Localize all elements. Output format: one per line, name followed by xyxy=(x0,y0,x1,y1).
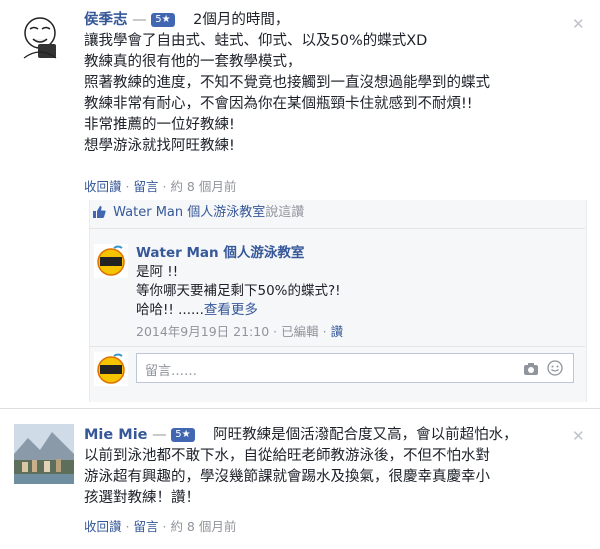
page-avatar[interactable] xyxy=(94,244,128,278)
comment-line: 讓我學會了自由式、蛙式、仰式、以及50%的蝶式XD xyxy=(84,33,428,49)
meta-separator: · xyxy=(162,179,167,194)
comment-input-placeholder: 留言…… xyxy=(145,364,198,379)
avatar[interactable] xyxy=(14,424,74,484)
meta-separator: · xyxy=(162,519,167,534)
rating-badge: 5★ xyxy=(171,428,195,442)
unlike-link[interactable]: 收回讚 xyxy=(84,179,122,194)
comment-line: 教練真的很有他的一套教學模式， xyxy=(84,54,302,70)
comment-line: Mie Mie — 5★ 阿旺教練是個活潑配合度又高，會以前超怕水， xyxy=(84,425,584,446)
see-more-link[interactable]: 查看更多 xyxy=(204,302,258,318)
unlike-link[interactable]: 收回讚 xyxy=(84,519,122,534)
author-dash: — xyxy=(132,12,147,28)
close-icon[interactable]: ✕ xyxy=(572,429,585,444)
smiley-icon[interactable] xyxy=(547,360,563,380)
comment-body: Mie Mie — 5★ 阿旺教練是個活潑配合度又高，會以前超怕水， 以前到泳池… xyxy=(84,425,584,509)
comment-meta: 收回讚 · 留言 · 約 8 個月前 xyxy=(84,516,236,535)
comment-meta: 收回讚 · 留言 · 約 8 個月前 xyxy=(84,176,236,195)
avatar[interactable] xyxy=(14,12,66,64)
author-dash: — xyxy=(152,427,167,443)
reply-line: 等你哪天要補足剩下50%的蝶式?! xyxy=(136,283,341,299)
meta-separator: · xyxy=(273,324,278,339)
comment-line: 2個月的時間， xyxy=(193,12,290,28)
comment-line: 照著教練的進度，不知不覺竟也接觸到一直沒想過能學到的蝶式 xyxy=(84,75,490,91)
reply-line: 哈哈!! ......查看更多 xyxy=(136,301,576,320)
reply-divider xyxy=(89,228,585,229)
reply-link[interactable]: 留言 xyxy=(133,179,158,194)
reply-body: Water Man 個人游泳教室 是阿 !! 等你哪天要補足剩下50%的蝶式?!… xyxy=(136,244,576,341)
comment-line: 非常推薦的一位好教練! xyxy=(84,117,235,133)
composer-divider xyxy=(89,346,585,347)
timestamp[interactable]: 約 8 個月前 xyxy=(170,519,236,534)
reply-line: 是阿 !! xyxy=(136,264,179,280)
comment-line: 教練非常有耐心，不會因為你在某個瓶頸卡住就感到不耐煩!! xyxy=(84,96,473,112)
author-name[interactable]: Mie Mie xyxy=(84,427,148,443)
reply-meta: 2014年9月19日 21:10 · 已編輯 · 讚 xyxy=(136,322,576,341)
comment-line: 侯季志 — 5★ 2個月的時間， xyxy=(84,10,584,31)
comment-line: 阿旺教練是個活潑配合度又高，會以前超怕水， xyxy=(213,427,518,443)
like-summary: Water Man 個人游泳教室說這讚 xyxy=(92,204,304,225)
comment-line: 以前到泳池都不敢下水，自從給旺老師教游泳後，不但不怕水對 xyxy=(84,448,490,464)
comment-separator xyxy=(0,408,600,409)
comment: 侯季志 — 5★ 2個月的時間， 讓我學會了自由式、蛙式、仰式、以及50%的蝶式… xyxy=(0,0,600,410)
rating-badge: 5★ xyxy=(151,13,175,27)
edited-label[interactable]: 已編輯 xyxy=(281,324,319,339)
comment-line: 想學游泳就找阿旺教練! xyxy=(84,138,235,154)
comment-input[interactable]: 留言…… xyxy=(136,353,574,383)
meta-separator: · xyxy=(125,519,130,534)
timestamp[interactable]: 約 8 個月前 xyxy=(170,179,236,194)
close-icon[interactable]: ✕ xyxy=(572,17,585,32)
reply-like-link[interactable]: 讚 xyxy=(331,324,344,339)
comment-body: 侯季志 — 5★ 2個月的時間， 讓我學會了自由式、蛙式、仰式、以及50%的蝶式… xyxy=(84,10,584,157)
meta-separator: · xyxy=(125,179,130,194)
reply-timestamp[interactable]: 2014年9月19日 21:10 xyxy=(136,324,269,339)
thumbs-up-icon xyxy=(92,205,106,225)
comment-line: 游泳超有興趣的，學沒幾節課就會踢水及換氣，很慶幸真慶幸小 xyxy=(84,469,490,485)
reply-link[interactable]: 留言 xyxy=(133,519,158,534)
camera-icon[interactable] xyxy=(523,361,539,380)
liker-name[interactable]: Water Man 個人游泳教室 xyxy=(113,205,265,220)
author-name[interactable]: 侯季志 xyxy=(84,12,128,28)
comment-line: 孩選對教練！讚！ xyxy=(84,490,200,506)
like-suffix: 說這讚 xyxy=(265,205,305,220)
composer-avatar xyxy=(94,352,128,386)
meta-separator: · xyxy=(322,324,327,339)
reply-text: 哈哈!! ...... xyxy=(136,302,204,318)
reply-author[interactable]: Water Man 個人游泳教室 xyxy=(136,244,576,263)
comment: Mie Mie — 5★ 阿旺教練是個活潑配合度又高，會以前超怕水， 以前到泳池… xyxy=(0,410,600,549)
